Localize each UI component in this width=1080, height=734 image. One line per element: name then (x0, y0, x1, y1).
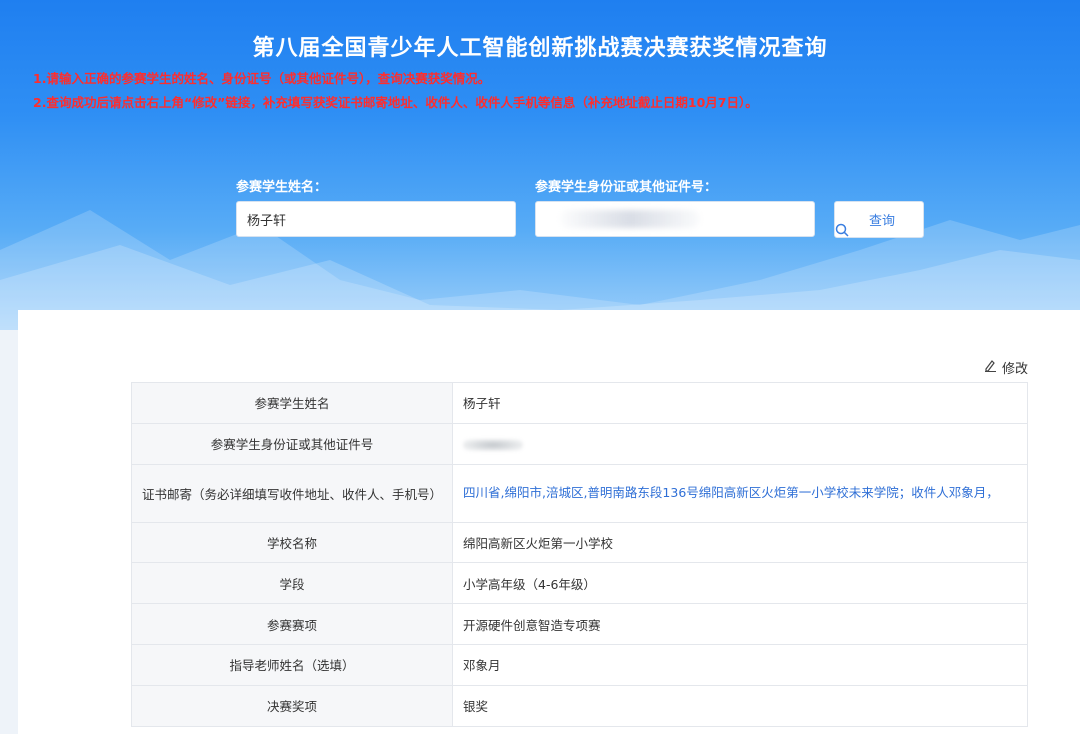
redacted-mark (463, 438, 523, 451)
redacted-id-value (560, 210, 700, 228)
row-key: 指导老师姓名（选填） (131, 643, 453, 686)
row-key: 学段 (131, 562, 453, 605)
table-row: 决赛奖项 银奖 (131, 684, 1028, 727)
id-field-label: 参赛学生身份证或其他证件号： (535, 180, 718, 195)
hero-banner: 第八届全国青少年人工智能创新挑战赛决赛获奖情况查询 1.请输入正确的参赛学生的姓… (0, 0, 1080, 330)
row-key: 参赛学生姓名 (131, 382, 453, 424)
row-value: 杨子轩 (452, 382, 1028, 424)
row-value: 开源硬件创意智造专项赛 (452, 603, 1028, 645)
page-title: 第八届全国青少年人工智能创新挑战赛决赛获奖情况查询 (252, 36, 828, 61)
notice-line-1: 1.请输入正确的参赛学生的姓名、身份证号（或其他证件号），查询决赛获奖情况。 (33, 71, 491, 86)
row-key: 决赛奖项 (131, 684, 453, 727)
table-row: 学校名称 绵阳高新区火炬第一小学校 (131, 521, 1028, 564)
result-table: 参赛学生姓名 杨子轩 参赛学生身份证或其他证件号 证书邮寄（务必详细填写收件地址… (131, 382, 1028, 727)
edit-link[interactable]: 修改 (984, 358, 1028, 377)
name-field-label: 参赛学生姓名： (236, 180, 328, 195)
row-value-address: 四川省,绵阳市,涪城区,普明南路东段136号绵阳高新区火炬第一小学校未来学院；收… (452, 463, 1028, 523)
table-row: 指导老师姓名（选填） 邓象月 (131, 643, 1028, 686)
result-panel: 修改 参赛学生姓名 杨子轩 参赛学生身份证或其他证件号 证书邮寄（务必详细填写收… (18, 310, 1080, 734)
row-value: 邓象月 (452, 643, 1028, 686)
row-key: 参赛赛项 (131, 603, 453, 645)
row-value: 小学高年级（4-6年级） (452, 562, 1028, 605)
row-key: 参赛学生身份证或其他证件号 (131, 422, 453, 465)
name-input[interactable] (236, 201, 516, 237)
row-value-redacted (452, 422, 1028, 465)
table-row: 证书邮寄（务必详细填写收件地址、收件人、手机号） 四川省,绵阳市,涪城区,普明南… (131, 463, 1028, 523)
table-row: 参赛学生身份证或其他证件号 (131, 422, 1028, 465)
search-button[interactable]: 查询 (834, 201, 924, 238)
table-row: 学段 小学高年级（4-6年级） (131, 562, 1028, 605)
search-button-label: 查询 (868, 214, 895, 229)
row-value: 绵阳高新区火炬第一小学校 (452, 521, 1028, 564)
row-key: 证书邮寄（务必详细填写收件地址、收件人、手机号） (131, 463, 453, 523)
edit-icon (984, 359, 997, 376)
table-row: 参赛学生姓名 杨子轩 (131, 382, 1028, 424)
row-value: 银奖 (452, 684, 1028, 727)
notice-line-2: 2.查询成功后请点击右上角“修改”链接，补充填写获奖证书邮寄地址、收件人、收件人… (33, 95, 758, 110)
row-key: 学校名称 (131, 521, 453, 564)
table-row: 参赛赛项 开源硬件创意智造专项赛 (131, 603, 1028, 645)
edit-link-label: 修改 (1001, 362, 1028, 377)
